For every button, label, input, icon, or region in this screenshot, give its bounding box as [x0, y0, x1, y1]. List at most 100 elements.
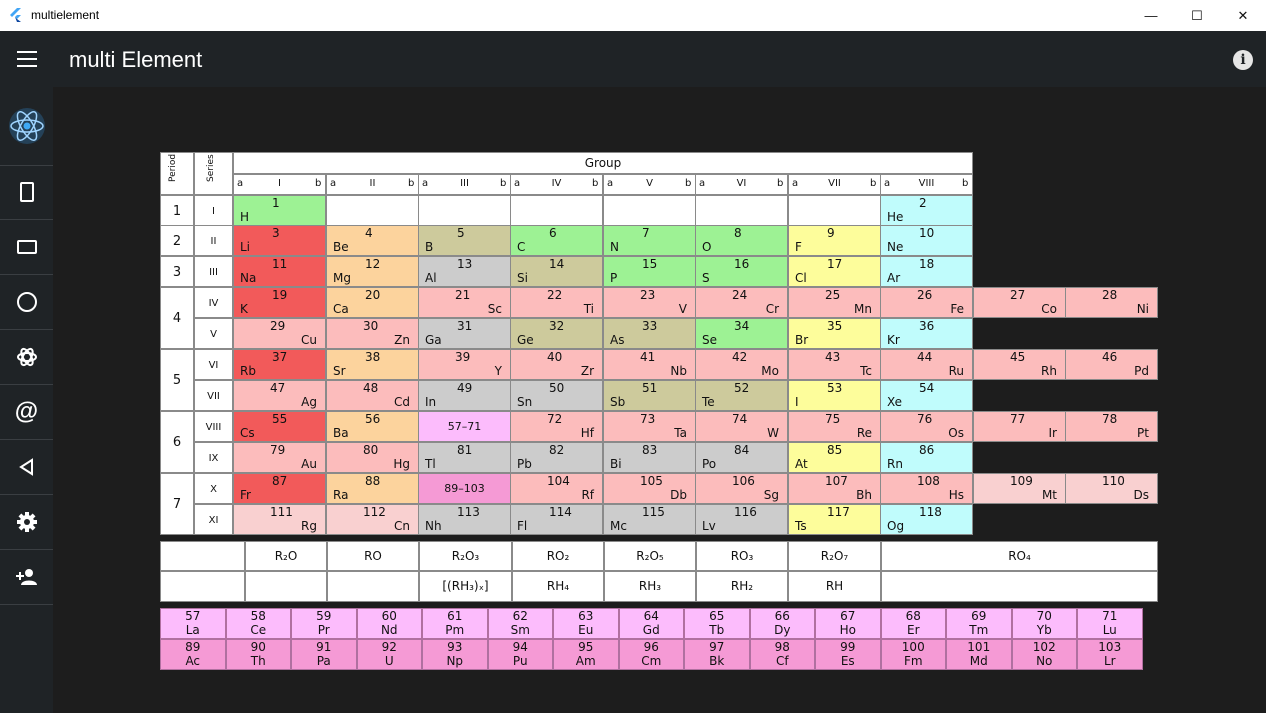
lanthanide-cell[interactable]: 57 La — [160, 608, 226, 639]
element-cell[interactable]: 49 In — [418, 380, 511, 411]
lanthanide-cell[interactable]: 68 Er — [880, 608, 946, 639]
element-cell[interactable]: 5B — [418, 225, 511, 256]
element-cell[interactable]: 22 Ti — [510, 287, 603, 318]
actinide-cell[interactable]: 102 No — [1011, 639, 1077, 670]
actinide-cell[interactable]: 99 Es — [815, 639, 881, 670]
element-cell[interactable]: 17 Cl — [788, 256, 881, 287]
element-cell[interactable]: 111 Rg — [233, 504, 326, 535]
element-cell[interactable]: 34 Se — [695, 318, 788, 349]
lanthanide-cell[interactable]: 66 Dy — [749, 608, 815, 639]
element-cell[interactable]: 35 Br — [788, 318, 881, 349]
element-cell[interactable]: 89–103 — [418, 473, 511, 504]
element-cell[interactable]: 11 Na — [233, 256, 326, 287]
element-cell[interactable]: 4 Be — [326, 225, 419, 256]
maximize-button[interactable]: ☐ — [1174, 0, 1220, 31]
element-cell[interactable]: 21 Sc — [418, 287, 511, 318]
element-cell[interactable]: 118 Og — [880, 504, 973, 535]
element-cell[interactable]: 25 Mn — [788, 287, 881, 318]
element-cell[interactable]: 12 Mg — [326, 256, 419, 287]
element-cell[interactable]: 80 Hg — [326, 442, 419, 473]
element-cell[interactable]: 82 Pb — [510, 442, 603, 473]
element-cell[interactable]: 83 Bi — [603, 442, 696, 473]
element-cell[interactable]: 39 Y — [418, 349, 511, 380]
element-cell[interactable]: 31 Ga — [418, 318, 511, 349]
close-button[interactable]: ✕ — [1220, 0, 1266, 31]
lanthanide-cell[interactable]: 71 Lu — [1077, 608, 1143, 639]
element-cell[interactable]: 30 Zn — [326, 318, 419, 349]
actinide-cell[interactable]: 96 Cm — [618, 639, 684, 670]
element-cell[interactable]: 1H — [233, 195, 326, 226]
element-cell[interactable]: 56 Ba — [326, 411, 419, 442]
element-cell[interactable]: 19 K — [233, 287, 326, 318]
element-cell[interactable]: 8O — [695, 225, 788, 256]
element-cell[interactable]: 26 Fe — [880, 287, 973, 318]
menu-icon[interactable] — [17, 51, 37, 67]
element-cell[interactable]: 87 Fr — [233, 473, 326, 504]
lanthanide-cell[interactable]: 63 Eu — [553, 608, 619, 639]
element-cell[interactable]: 46 Pd — [1065, 349, 1158, 380]
element-cell[interactable]: 28 Ni — [1065, 287, 1158, 318]
element-cell[interactable]: 86 Rn — [880, 442, 973, 473]
element-cell[interactable]: 45 Rh — [973, 349, 1066, 380]
lanthanide-cell[interactable]: 58 Ce — [225, 608, 291, 639]
element-cell[interactable]: 29 Cu — [233, 318, 326, 349]
lanthanide-cell[interactable]: 69 Tm — [946, 608, 1012, 639]
element-cell[interactable]: 15 P — [603, 256, 696, 287]
element-cell[interactable]: 117 Ts — [788, 504, 881, 535]
element-cell[interactable]: 7N — [603, 225, 696, 256]
element-cell[interactable]: 48 Cd — [326, 380, 419, 411]
element-cell[interactable]: 108 Hs — [880, 473, 973, 504]
molecule-nav-button[interactable] — [0, 330, 53, 385]
actinide-cell[interactable]: 97 Bk — [684, 639, 750, 670]
element-cell[interactable]: 44 Ru — [880, 349, 973, 380]
element-cell[interactable]: 16 S — [695, 256, 788, 287]
lanthanide-cell[interactable]: 67 Ho — [815, 608, 881, 639]
element-cell[interactable]: 77 Ir — [973, 411, 1066, 442]
lanthanide-cell[interactable]: 70 Yb — [1011, 608, 1077, 639]
landscape-nav-button[interactable] — [0, 220, 53, 275]
circle-nav-button[interactable] — [0, 275, 53, 330]
element-cell[interactable]: 112 Cn — [326, 504, 419, 535]
lanthanide-cell[interactable]: 59 Pr — [291, 608, 357, 639]
element-cell[interactable]: 73 Ta — [603, 411, 696, 442]
lanthanide-cell[interactable]: 62 Sm — [487, 608, 553, 639]
atom-logo[interactable] — [0, 87, 53, 166]
element-cell[interactable]: 9F — [788, 225, 881, 256]
actinide-cell[interactable]: 91 Pa — [291, 639, 357, 670]
element-cell[interactable]: 38 Sr — [326, 349, 419, 380]
element-cell[interactable]: 27 Co — [973, 287, 1066, 318]
element-cell[interactable]: 10 Ne — [880, 225, 973, 256]
element-cell[interactable]: 114 Fl — [510, 504, 603, 535]
element-cell[interactable]: 72 Hf — [510, 411, 603, 442]
settings-nav-button[interactable] — [0, 495, 53, 550]
element-cell[interactable]: 104 Rf — [510, 473, 603, 504]
element-cell[interactable]: 74 W — [695, 411, 788, 442]
element-cell[interactable]: 2 He — [880, 195, 973, 226]
element-cell[interactable]: 51 Sb — [603, 380, 696, 411]
element-cell[interactable]: 105 Db — [603, 473, 696, 504]
element-cell[interactable]: 23 V — [603, 287, 696, 318]
element-cell[interactable]: 113 Nh — [418, 504, 511, 535]
element-cell[interactable]: 20 Ca — [326, 287, 419, 318]
element-cell[interactable]: 33 As — [603, 318, 696, 349]
element-cell[interactable]: 85 At — [788, 442, 881, 473]
element-cell[interactable]: 116 Lv — [695, 504, 788, 535]
portrait-nav-button[interactable] — [0, 165, 53, 220]
info-icon[interactable]: i — [1233, 50, 1253, 70]
lanthanide-cell[interactable]: 61 Pm — [422, 608, 488, 639]
element-cell[interactable]: 78 Pt — [1065, 411, 1158, 442]
element-cell[interactable]: 18 Ar — [880, 256, 973, 287]
element-cell[interactable]: 75 Re — [788, 411, 881, 442]
element-cell[interactable]: 32 Ge — [510, 318, 603, 349]
lanthanide-cell[interactable]: 65 Tb — [684, 608, 750, 639]
element-cell[interactable]: 107 Bh — [788, 473, 881, 504]
element-cell[interactable]: 115 Mc — [603, 504, 696, 535]
element-cell[interactable]: 57–71 — [418, 411, 511, 442]
element-cell[interactable]: 41 Nb — [603, 349, 696, 380]
add-user-nav-button[interactable] — [0, 550, 53, 605]
element-cell[interactable]: 76 Os — [880, 411, 973, 442]
element-cell[interactable]: 53 I — [788, 380, 881, 411]
element-cell[interactable]: 50 Sn — [510, 380, 603, 411]
actinide-cell[interactable]: 98 Cf — [749, 639, 815, 670]
actinide-cell[interactable]: 103 Lr — [1077, 639, 1143, 670]
